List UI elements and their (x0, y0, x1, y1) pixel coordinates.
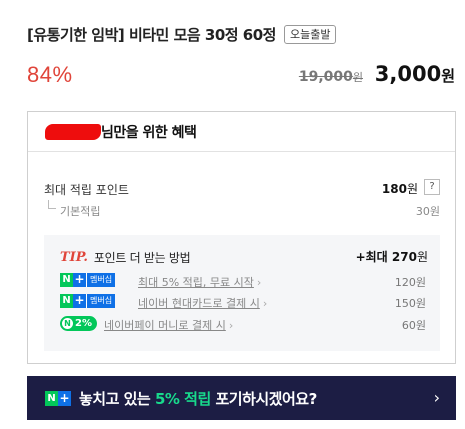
base-points-label: 기본적립 (60, 205, 101, 218)
tip-header: TIP. 포인트 더 받는 방법 (60, 249, 191, 266)
original-price: 19,000원 (298, 69, 363, 85)
max-points-row: 최대 적립 포인트 180원 ? (44, 179, 440, 199)
tip-item-hyundai-card: N + 멤버십 네이버 현대카드로 결제 시 › 150원 (60, 294, 426, 310)
benefit-title: 님만을 위한 혜택 (101, 124, 197, 141)
tip-link-naverpay-money[interactable]: 네이버페이 머니로 결제 시 › (104, 317, 233, 333)
naver-n-icon: N (45, 390, 58, 406)
naver-n-icon: N (60, 294, 73, 308)
tip-value: 60원 (401, 319, 426, 332)
plus-icon: + (73, 272, 86, 287)
tip-item-naverpay-money: N 2% 네이버페이 머니로 결제 시 › 60원 (60, 315, 426, 333)
plus-icon: + (58, 390, 71, 406)
product-title-row: [유통기한 임박] 비타민 모음 30정 60정 오늘출발 (27, 24, 337, 45)
help-button[interactable]: ? (424, 179, 440, 195)
discount-rate: 84% (27, 62, 73, 87)
chevron-right-icon: › (262, 297, 268, 310)
product-title: [유통기한 임박] 비타민 모음 30정 60정 (27, 26, 276, 44)
tip-title: 포인트 더 받는 방법 (93, 251, 191, 265)
base-points-row: 기본적립 30원 (44, 200, 440, 220)
chevron-right-icon: › (433, 388, 440, 407)
naverpay-2pct-badge: N 2% (60, 315, 97, 331)
max-points-label: 최대 적립 포인트 (44, 183, 129, 197)
banner-text: 놓치고 있는 5% 적립 포기하시겠어요? (79, 389, 317, 408)
naverpay-badge: N 2% (60, 315, 97, 331)
naver-n-icon: N (60, 273, 73, 287)
naver-plus-membership-badge: N + 멤버십 (60, 293, 116, 308)
today-shipping-badge: 오늘출발 (283, 25, 337, 44)
tip-item-membership: N + 멤버십 최대 5% 적립, 무료 시작 › 120원 (60, 273, 426, 289)
benefit-panel: 님만을 위한 혜택 최대 적립 포인트 180원 ? 기본적립 30원 TIP.… (27, 111, 456, 364)
tree-branch-icon (48, 200, 56, 209)
benefit-header: 님만을 위한 혜택 (28, 112, 455, 152)
tip-link-membership[interactable]: 최대 5% 적립, 무료 시작 › (138, 274, 261, 290)
membership-label: 멤버십 (86, 294, 116, 308)
base-points-value: 30원 (415, 205, 440, 218)
price-row: 84% 19,000원 3,000원 (27, 62, 457, 92)
chevron-right-icon: › (228, 319, 234, 332)
tip-value: 150원 (394, 297, 426, 310)
membership-promo-banner[interactable]: N + 놓치고 있는 5% 적립 포기하시겠어요? › (27, 376, 456, 420)
sale-price: 3,000원 (374, 62, 455, 86)
redacted-username (45, 123, 101, 140)
tip-link-hyundai-card[interactable]: 네이버 현대카드로 결제 시 › (138, 295, 267, 311)
naver-n-icon: N (62, 317, 73, 329)
plus-icon: + (73, 293, 86, 308)
tip-box: TIP. 포인트 더 받는 방법 +최대 270원 N + 멤버십 최대 5% … (44, 235, 440, 351)
tip-max-points: +최대 270원 (355, 250, 428, 264)
tip-mark: TIP. (60, 250, 88, 265)
membership-label: 멤버십 (86, 273, 116, 287)
tip-value: 120원 (394, 276, 426, 289)
max-points-value: 180원 (381, 182, 418, 196)
chevron-right-icon: › (256, 276, 262, 289)
naver-plus-membership-badge: N + 멤버십 (60, 272, 116, 287)
